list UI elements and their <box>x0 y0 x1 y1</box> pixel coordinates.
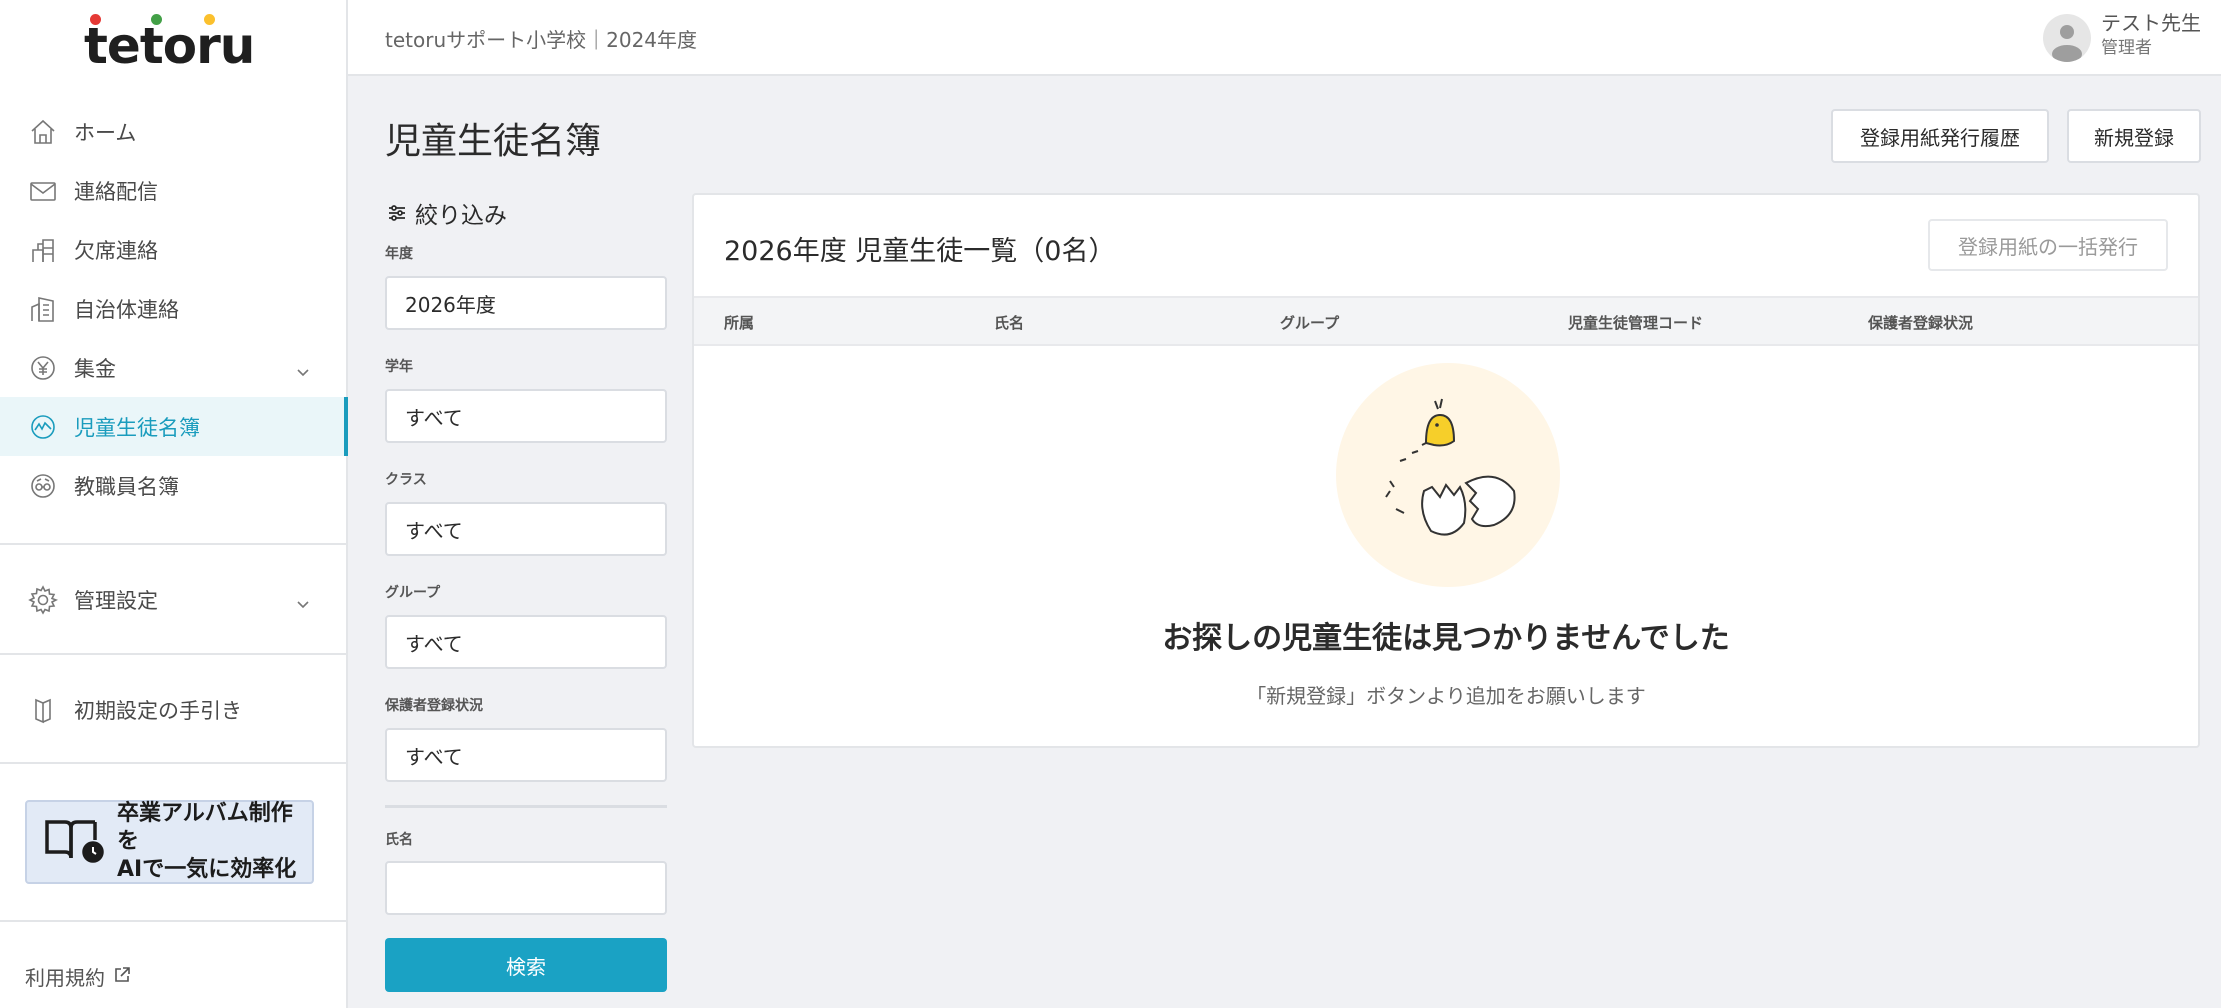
column-affiliation[interactable]: 所属 <box>724 312 754 333</box>
column-name[interactable]: 氏名 <box>994 312 1024 333</box>
name-label: 氏名 <box>385 832 413 848</box>
chevron-down-icon[interactable] <box>296 360 310 384</box>
gear-icon <box>28 584 58 615</box>
avatar <box>2043 14 2091 62</box>
filter-sliders-icon <box>387 203 407 223</box>
sidebar-nav: ホーム 連絡配信 欠席連絡 自治体連絡 集金 児童生徒名簿 教職員名簿 <box>0 102 348 515</box>
external-link-icon <box>113 965 131 989</box>
guardian-status-select[interactable]: すべて <box>385 728 667 782</box>
tetoru-logo[interactable]: tetoru <box>84 14 256 74</box>
sidebar-divider <box>0 762 346 764</box>
grade-select[interactable]: すべて <box>385 389 667 443</box>
sidebar-divider <box>0 920 346 922</box>
terms-link[interactable]: 利用規約 <box>25 962 131 991</box>
top-bar: tetoruサポート小学校｜2024年度 テスト先生 管理者 <box>348 0 2221 76</box>
column-guardian-status[interactable]: 保護者登録状況 <box>1868 312 1973 333</box>
sidebar-item-label: 連絡配信 <box>74 179 158 204</box>
absence-icon <box>28 235 58 265</box>
sidebar-item-admin-settings[interactable]: 管理設定 <box>0 570 346 629</box>
sidebar: tetoru ホーム 連絡配信 欠席連絡 自治体連絡 集金 児童生徒名簿 教職員… <box>0 0 348 1008</box>
column-group[interactable]: グループ <box>1280 312 1339 333</box>
sidebar-item-setup-guide[interactable]: 初期設定の手引き <box>0 680 346 739</box>
chevron-down-icon[interactable] <box>296 592 310 616</box>
building-icon <box>28 294 58 324</box>
sidebar-item-absence[interactable]: 欠席連絡 <box>0 220 346 279</box>
filter-divider <box>385 805 667 808</box>
empty-state-subtitle: 「新規登録」ボタンより追加をお願いします <box>1246 684 1646 708</box>
school-name: tetoruサポート小学校｜2024年度 <box>385 28 698 52</box>
filter-heading-label: 絞り込み <box>415 203 507 229</box>
sidebar-item-messages[interactable]: 連絡配信 <box>0 161 346 220</box>
sidebar-item-home[interactable]: ホーム <box>0 102 346 161</box>
sidebar-item-label: 管理設定 <box>74 588 158 613</box>
yen-icon <box>28 353 58 383</box>
logo-text: tetoru <box>84 17 255 75</box>
new-registration-button[interactable]: 新規登録 <box>2067 109 2201 163</box>
terms-label: 利用規約 <box>25 966 105 990</box>
sidebar-item-label: ホーム <box>74 120 137 145</box>
sidebar-item-label: 教職員名簿 <box>74 474 179 499</box>
user-menu[interactable]: テスト先生 管理者 <box>2043 10 2201 62</box>
sidebar-item-label: 自治体連絡 <box>74 297 179 322</box>
sidebar-item-staff-roster[interactable]: 教職員名簿 <box>0 456 346 515</box>
ai-album-banner[interactable]: 卒業アルバム制作を AIで一気に効率化 <box>25 800 314 884</box>
registration-history-button[interactable]: 登録用紙発行履歴 <box>1831 109 2049 163</box>
sidebar-item-payment[interactable]: 集金 <box>0 338 346 397</box>
banner-line-1: 卒業アルバム制作を <box>117 801 293 854</box>
student-list-card: 2026年度 児童生徒一覧（0名） 登録用紙の一括発行 所属 氏名 グループ 児… <box>692 193 2200 748</box>
group-label: グループ <box>385 585 441 601</box>
sidebar-item-label: 初期設定の手引き <box>74 698 242 723</box>
name-input[interactable] <box>385 861 667 915</box>
sidebar-divider <box>0 543 346 545</box>
guardian-status-label: 保護者登録状況 <box>385 698 483 714</box>
empty-state-title: お探しの児童生徒は見つかりませんでした <box>1162 621 1730 656</box>
bulk-issue-button[interactable]: 登録用紙の一括発行 <box>1928 219 2168 271</box>
sidebar-item-student-roster[interactable]: 児童生徒名簿 <box>0 397 348 456</box>
table-header: 所属 氏名 グループ 児童生徒管理コード 保護者登録状況 <box>694 296 2198 346</box>
group-select[interactable]: すべて <box>385 615 667 669</box>
banner-line-2: AIで一気に効率化 <box>117 857 297 882</box>
grade-label: 学年 <box>385 359 413 375</box>
page-title: 児童生徒名簿 <box>385 121 602 162</box>
sidebar-item-label: 欠席連絡 <box>74 238 158 263</box>
sidebar-item-label: 集金 <box>74 356 116 381</box>
user-name: テスト先生 <box>2101 11 2201 35</box>
mail-icon <box>28 176 58 206</box>
sidebar-divider <box>0 653 346 655</box>
list-title: 2026年度 児童生徒一覧（0名） <box>724 236 1116 267</box>
empty-state-illustration <box>1336 363 1560 587</box>
student-roster-icon <box>28 412 58 442</box>
album-book-icon <box>43 816 105 868</box>
class-select[interactable]: すべて <box>385 502 667 556</box>
user-role: 管理者 <box>2101 38 2152 58</box>
class-label: クラス <box>385 472 427 488</box>
sidebar-item-label: 児童生徒名簿 <box>74 415 200 440</box>
home-icon <box>28 117 58 147</box>
book-icon <box>28 695 58 725</box>
filter-heading: 絞り込み <box>387 196 507 230</box>
year-label: 年度 <box>385 246 413 262</box>
year-select[interactable]: 2026年度 <box>385 276 667 330</box>
column-student-code[interactable]: 児童生徒管理コード <box>1568 312 1703 333</box>
staff-roster-icon <box>28 471 58 501</box>
sidebar-item-municipality[interactable]: 自治体連絡 <box>0 279 346 338</box>
search-button[interactable]: 検索 <box>385 938 667 992</box>
